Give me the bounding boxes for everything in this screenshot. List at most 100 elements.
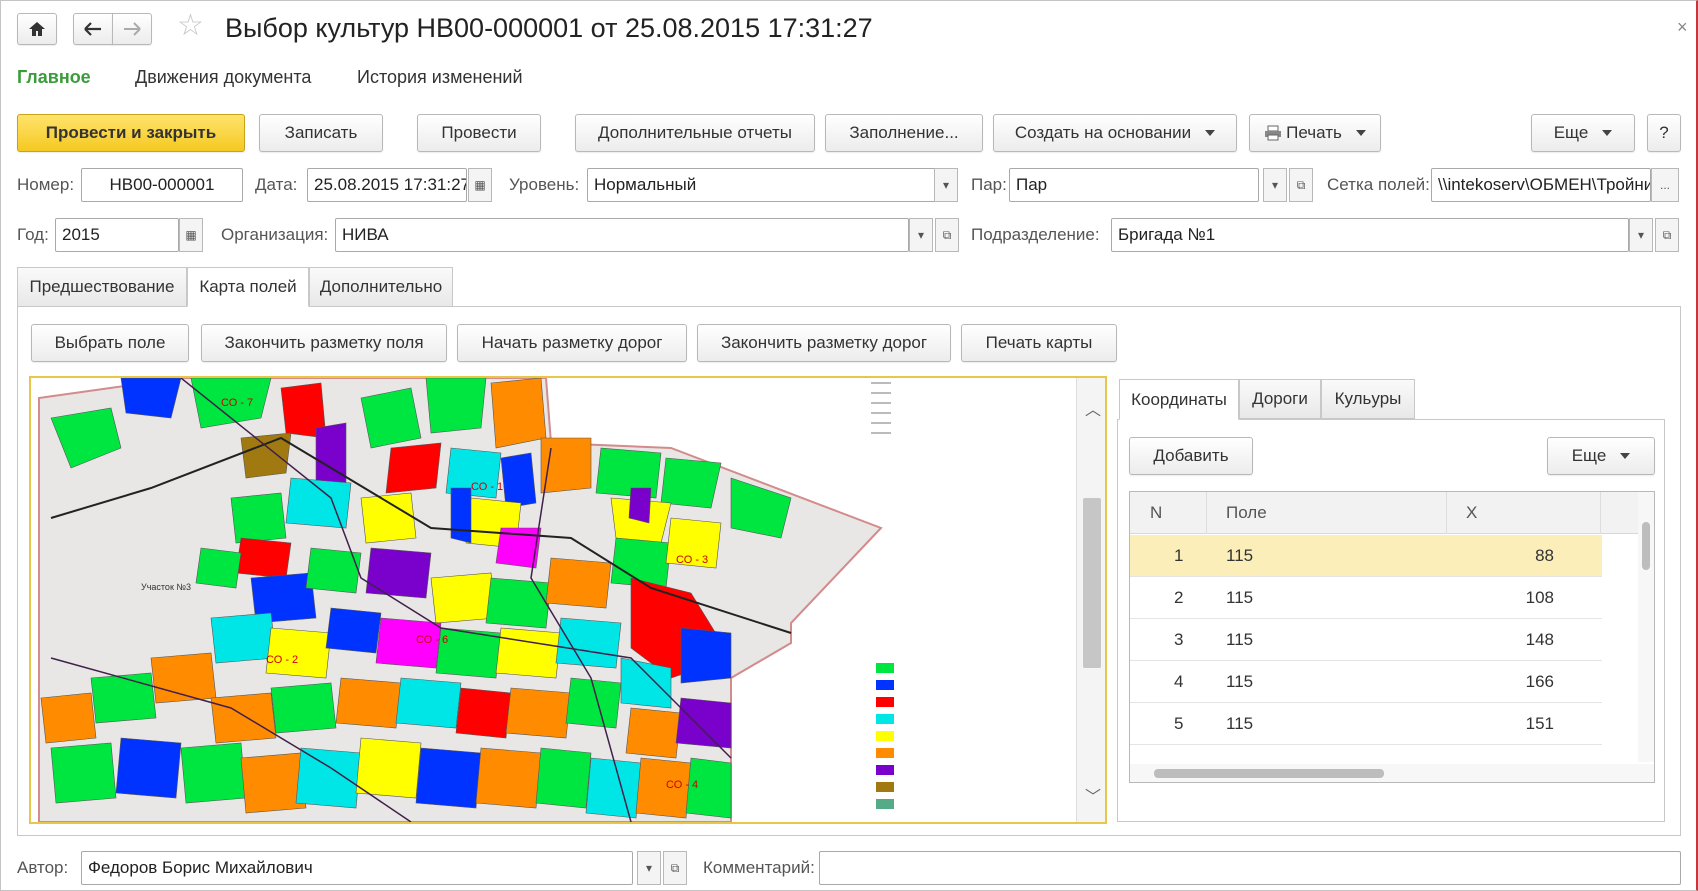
number-label: Номер: [17, 175, 75, 194]
comment-input[interactable] [819, 851, 1681, 885]
more-button[interactable]: Еще [1531, 114, 1635, 152]
number-value: НВ00-000001 [109, 175, 215, 194]
menu-main[interactable]: Главное [17, 67, 91, 88]
tab-additional[interactable]: Дополнительно [309, 267, 453, 307]
table-header: N Поле X [1130, 492, 1640, 534]
add-button[interactable]: Добавить [1129, 437, 1253, 475]
calendar-icon[interactable]: ▦ [468, 168, 492, 202]
coordinates-table[interactable]: N Поле X 1 115 88 2 115 108 3 115 148 4 115 166 5 115… [1129, 491, 1655, 783]
print-label: Печать [1286, 123, 1342, 142]
division-dropdown-icon[interactable]: ▾ [1629, 218, 1653, 252]
field-map-image[interactable]: СО - 7 СО - 1 СО - 3 СО - 6 СО - 2 СО - … [31, 378, 1076, 822]
column-x[interactable]: X [1466, 503, 1477, 523]
division-select[interactable]: Бригада №1 [1111, 218, 1629, 252]
cell-n: 2 [1174, 588, 1184, 607]
field-grid-value: \\intekoserv\ОБМЕН\Тройни [1438, 175, 1651, 194]
organization-dropdown-icon[interactable]: ▾ [909, 218, 933, 252]
menu-change-history[interactable]: История изменений [357, 67, 523, 88]
forward-button[interactable] [112, 13, 152, 45]
column-n[interactable]: N [1150, 503, 1162, 523]
author-label: Автор: [17, 858, 69, 877]
table-hscroll-thumb[interactable] [1154, 769, 1384, 778]
finish-field-marking-button[interactable]: Закончить разметку поля [201, 324, 447, 362]
table-row[interactable]: 3 115 148 [1130, 619, 1602, 661]
map-label-co6: СО - 6 [416, 634, 448, 646]
cell-x: 151 [1525, 714, 1554, 733]
level-value: Нормальный [594, 175, 697, 194]
date-field[interactable]: 25.08.2015 17:31:27 [307, 168, 467, 202]
table-horizontal-scrollbar[interactable] [1130, 764, 1654, 782]
help-button[interactable]: ? [1647, 114, 1681, 152]
division-value: Бригада №1 [1118, 225, 1216, 244]
par-open-icon[interactable]: ⧉ [1289, 168, 1313, 202]
table-row[interactable]: 5 115 151 [1130, 703, 1602, 745]
select-field-button[interactable]: Выбрать поле [31, 324, 189, 362]
map-scroll-thumb[interactable] [1083, 498, 1101, 668]
column-field[interactable]: Поле [1226, 503, 1267, 523]
menu-document-movements[interactable]: Движения документа [135, 67, 311, 88]
start-road-marking-button[interactable]: Начать разметку дорог [457, 324, 687, 362]
printer-icon [1265, 125, 1282, 141]
year-value: 2015 [62, 225, 100, 244]
comment-label: Комментарий: [703, 858, 815, 877]
field-grid-browse-button[interactable]: ... [1651, 168, 1679, 202]
year-field[interactable]: 2015 [55, 218, 179, 252]
field-grid-label: Сетка полей: [1327, 175, 1430, 194]
close-icon[interactable]: × [1677, 17, 1688, 38]
tab-coordinates[interactable]: Координаты [1119, 379, 1239, 420]
level-select[interactable]: Нормальный [587, 168, 937, 202]
window-title: Выбор культур НВ00-000001 от 25.08.2015 … [225, 13, 873, 43]
finish-road-marking-button[interactable]: Закончить разметку дорог [697, 324, 951, 362]
post-button[interactable]: Провести [417, 114, 541, 152]
table-row[interactable]: 1 115 88 [1130, 535, 1602, 577]
cell-x: 108 [1525, 588, 1554, 607]
level-dropdown-icon[interactable]: ▾ [934, 168, 958, 202]
date-label: Дата: [255, 175, 298, 194]
author-dropdown-icon[interactable]: ▾ [637, 851, 661, 885]
organization-open-icon[interactable]: ⧉ [935, 218, 959, 252]
save-button[interactable]: Записать [259, 114, 383, 152]
organization-select[interactable]: НИВА [335, 218, 909, 252]
cell-n: 5 [1174, 714, 1184, 733]
additional-reports-button[interactable]: Дополнительные отчеты [575, 114, 815, 152]
back-button[interactable] [73, 13, 113, 45]
scroll-down-icon[interactable]: ﹀ [1085, 783, 1101, 807]
fill-button[interactable]: Заполнение... [825, 114, 983, 152]
author-open-icon[interactable]: ⧉ [663, 851, 687, 885]
home-button[interactable] [17, 13, 57, 45]
year-calendar-icon[interactable]: ▦ [179, 218, 203, 252]
field-grid-input[interactable]: \\intekoserv\ОБМЕН\Тройни [1431, 168, 1651, 202]
map-label-co7: СО - 7 [221, 397, 253, 409]
create-based-on-button[interactable]: Создать на основании [993, 114, 1237, 152]
tab-crops[interactable]: Кульуры [1321, 379, 1415, 419]
table-row[interactable]: 4 115 166 [1130, 661, 1602, 703]
cell-n: 4 [1174, 672, 1184, 691]
tab-predecessors[interactable]: Предшествование [17, 267, 187, 307]
arrow-right-icon [124, 22, 141, 36]
grid-more-button[interactable]: Еще [1547, 437, 1655, 475]
par-dropdown-icon[interactable]: ▾ [1263, 168, 1287, 202]
author-select[interactable]: Федоров Борис Михайлович [81, 851, 633, 885]
table-row[interactable]: 2 115 108 [1130, 577, 1602, 619]
year-label: Год: [17, 225, 49, 244]
tab-roads[interactable]: Дороги [1239, 379, 1321, 419]
field-map-viewer[interactable]: СО - 7 СО - 1 СО - 3 СО - 6 СО - 2 СО - … [29, 376, 1107, 824]
map-vertical-scrollbar[interactable]: ︿ ﹀ [1076, 378, 1105, 822]
print-button[interactable]: Печать [1249, 114, 1381, 152]
author-value: Федоров Борис Михайлович [88, 858, 313, 877]
favorite-star-icon[interactable]: ☆ [177, 11, 204, 41]
post-and-close-button[interactable]: Провести и закрыть [17, 114, 245, 152]
column-divider [1206, 492, 1207, 534]
par-select[interactable]: Пар [1009, 168, 1259, 202]
map-legend [866, 658, 926, 818]
cell-x: 88 [1535, 546, 1554, 565]
scroll-up-icon[interactable]: ︿ [1085, 396, 1101, 420]
home-icon [29, 22, 45, 36]
table-scroll-thumb[interactable] [1642, 522, 1650, 570]
tab-field-map[interactable]: Карта полей [187, 267, 309, 307]
date-value: 25.08.2015 17:31:27 [314, 175, 467, 194]
print-map-button[interactable]: Печать карты [961, 324, 1117, 362]
table-vertical-scrollbar[interactable] [1638, 492, 1654, 762]
division-open-icon[interactable]: ⧉ [1655, 218, 1679, 252]
number-field[interactable]: НВ00-000001 [81, 168, 243, 202]
